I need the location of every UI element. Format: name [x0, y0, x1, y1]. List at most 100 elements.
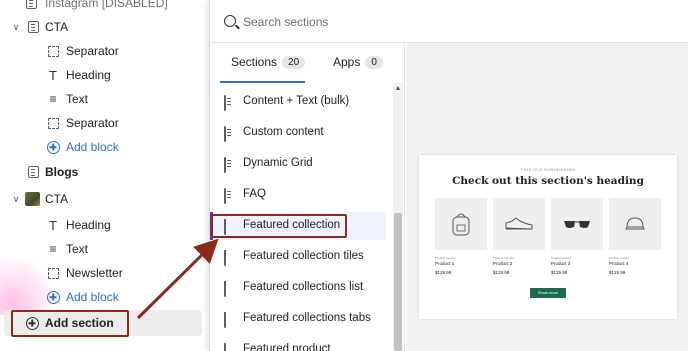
text-lines-icon: ≡ [49, 92, 57, 106]
annotation-highlight-box [211, 214, 347, 238]
product-vendor: Product Vendor [551, 256, 572, 260]
dashed-box-icon [46, 44, 60, 58]
scroll-up-icon[interactable]: ▲ [394, 85, 402, 92]
section-option[interactable]: Dynamic Grid [210, 150, 386, 178]
sidebar-section-cta[interactable]: ∨ CTA [0, 16, 210, 38]
sidebar-item-label: Heading [66, 218, 111, 232]
image-thumbnail-icon [25, 192, 40, 206]
sidebar-item-label: Separator [66, 116, 119, 130]
section-icon [24, 0, 38, 10]
tag-icon [224, 343, 236, 351]
sneaker-icon [493, 198, 545, 250]
sunglasses-icon [551, 198, 603, 250]
sidebar-section-blogs[interactable]: Blogs [0, 161, 210, 183]
product-price: $129.99 [551, 270, 568, 275]
chevron-down-icon[interactable]: ∨ [10, 22, 22, 33]
section-option[interactable]: FAQ [210, 181, 386, 209]
product-name: Product 4 [609, 261, 629, 266]
search-input[interactable] [243, 12, 443, 32]
preview-card: THIS IS A SUBHEADING Check out this sect… [419, 155, 677, 319]
section-option-label: Dynamic Grid [243, 157, 313, 169]
product-name: Product 3 [551, 261, 571, 266]
preview-subheading: THIS IS A SUBHEADING [520, 167, 576, 172]
sidebar-item-label: CTA [45, 20, 69, 34]
sidebar-item-label: Separator [66, 44, 119, 58]
scrollbar-thumb[interactable] [394, 213, 402, 351]
section-option[interactable]: Featured collection tiles [210, 243, 386, 271]
section-option-label: Featured collections list [243, 281, 364, 293]
section-option[interactable]: Custom content [210, 119, 386, 147]
section-option-label: Content + Text (bulk) [243, 95, 350, 107]
section-option-label: Featured collection tiles [243, 250, 364, 262]
product-vendor: Product Vendor [435, 256, 456, 260]
plus-circle-icon [46, 140, 60, 154]
section-option[interactable]: Featured collections tabs [210, 305, 386, 333]
text-t-icon: T [49, 217, 57, 233]
section-option-label: Featured product [243, 343, 331, 351]
tab-sections[interactable]: Sections 20 [231, 55, 306, 69]
text-lines-icon: ≡ [49, 242, 57, 256]
document-icon [224, 126, 236, 142]
tag-icon [224, 312, 236, 328]
sidebar-item-label: Text [66, 242, 89, 256]
tag-icon [224, 250, 236, 266]
sidebar-item-label: CTA [45, 192, 69, 206]
count-badge: 0 [365, 55, 383, 69]
sidebar-item-label: Instagram [DISABLED] [45, 0, 168, 10]
add-block-label: Add block [66, 290, 119, 304]
dashed-box-icon [46, 266, 60, 280]
product-price: $129.99 [493, 270, 510, 275]
theme-sidebar: Instagram [DISABLED] ∨ CTA Separator T H… [0, 0, 210, 351]
annotation-highlight-box [11, 310, 129, 337]
preview-heading: Check out this section's heading [452, 175, 644, 187]
sidebar-item-label: Heading [66, 68, 111, 82]
sidebar-section-cta-2[interactable]: ∨ CTA [0, 188, 210, 210]
show-more-button: Show more [530, 288, 566, 298]
add-block-label: Add block [66, 140, 119, 154]
add-section-popup: Sections 20 Apps 0 Content + Text (bulk)… [209, 0, 688, 351]
product-price: $129.99 [435, 270, 452, 275]
tab-label: Apps [333, 55, 361, 69]
search-icon [224, 15, 236, 27]
preview-product: Product Vendor Product 4 $129.99 [609, 198, 661, 275]
section-option[interactable]: Content + Text (bulk) [210, 88, 386, 116]
search-bar [210, 0, 688, 43]
count-badge: 20 [282, 55, 306, 69]
sidebar-block-separator[interactable]: Separator [0, 112, 210, 134]
section-preview: THIS IS A SUBHEADING Check out this sect… [406, 43, 688, 351]
sidebar-block-text[interactable]: ≡ Text [0, 88, 210, 110]
section-option[interactable]: Featured product [210, 336, 386, 351]
section-option-label: Custom content [243, 126, 324, 138]
document-icon [224, 95, 236, 111]
product-vendor: Product Vendor [493, 256, 514, 260]
product-price: $129.99 [609, 270, 626, 275]
product-vendor: Product Vendor [609, 256, 630, 260]
tab-label: Sections [231, 55, 278, 69]
tab-bar: Sections 20 Apps 0 [210, 43, 404, 83]
sidebar-block-text[interactable]: ≡ Text [0, 238, 210, 260]
section-option-label: FAQ [243, 188, 267, 200]
add-block-button[interactable]: Add block [0, 136, 210, 158]
tab-apps[interactable]: Apps 0 [333, 55, 383, 69]
backpack-icon [435, 198, 487, 250]
product-name: Product 1 [435, 261, 455, 266]
section-icon [26, 20, 40, 34]
preview-product: Product Vendor Product 3 $129.99 [551, 198, 603, 275]
section-option-label: Featured collections tabs [243, 312, 371, 324]
sidebar-block-separator[interactable]: Separator [0, 40, 210, 62]
section-list: Sections 20 Apps 0 Content + Text (bulk)… [210, 43, 405, 351]
dashed-box-icon [46, 116, 60, 130]
document-icon [224, 157, 236, 173]
add-block-button[interactable]: Add block [0, 286, 210, 308]
chevron-down-icon[interactable]: ∨ [10, 194, 22, 205]
section-option[interactable]: Featured collections list [210, 274, 386, 302]
sidebar-item-label: Text [66, 92, 89, 106]
sidebar-block-heading[interactable]: T Heading [0, 214, 210, 236]
scrollbar[interactable]: ▲ [393, 83, 403, 351]
blog-icon [26, 165, 40, 179]
sidebar-block-newsletter[interactable]: Newsletter [0, 262, 210, 284]
sidebar-item-instagram[interactable]: Instagram [DISABLED] [0, 0, 210, 14]
sidebar-block-heading[interactable]: T Heading [0, 64, 210, 86]
product-name: Product 2 [493, 261, 513, 266]
text-t-icon: T [49, 67, 57, 83]
